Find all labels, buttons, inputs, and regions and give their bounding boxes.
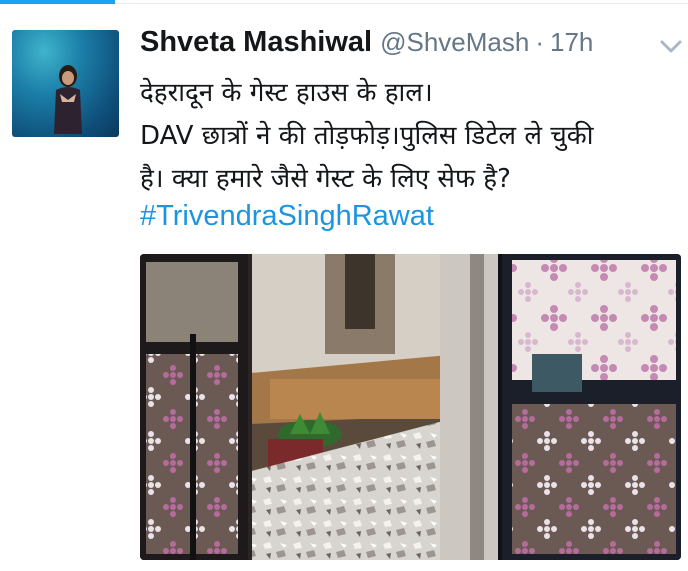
hashtag-link[interactable]: #TrivendraSinghRawat <box>140 200 434 233</box>
tweet-text-line: है। क्या हमारे जैसे गेस्ट के लिए सेफ है? <box>140 164 511 194</box>
chevron-down-icon[interactable] <box>658 37 684 57</box>
author-handle[interactable]: @ShveMash <box>380 27 529 58</box>
tweet-timestamp[interactable]: 17h <box>550 27 593 58</box>
separator-dot: · <box>535 27 544 57</box>
avatar-figure <box>54 65 82 134</box>
tweet-photo[interactable] <box>140 254 681 560</box>
tweet-text-line: DAV छात्रों ने की तोड़फोड़।पुलिस डिटेल ल… <box>140 121 594 151</box>
tweet-header: Shveta Mashiwal @ShveMash · 17h <box>140 26 593 66</box>
photo-content <box>140 254 681 560</box>
avatar[interactable] <box>12 30 119 137</box>
tweet-text: देहरादून के गेस्ट हाउस के हाल। DAV छात्र… <box>140 72 688 201</box>
active-tab-underline <box>0 0 115 4</box>
top-tab-indicator <box>0 0 688 5</box>
author-name[interactable]: Shveta Mashiwal <box>140 26 372 59</box>
divider <box>115 3 688 4</box>
tweet-text-line: देहरादून के गेस्ट हाउस के हाल। <box>140 78 433 108</box>
